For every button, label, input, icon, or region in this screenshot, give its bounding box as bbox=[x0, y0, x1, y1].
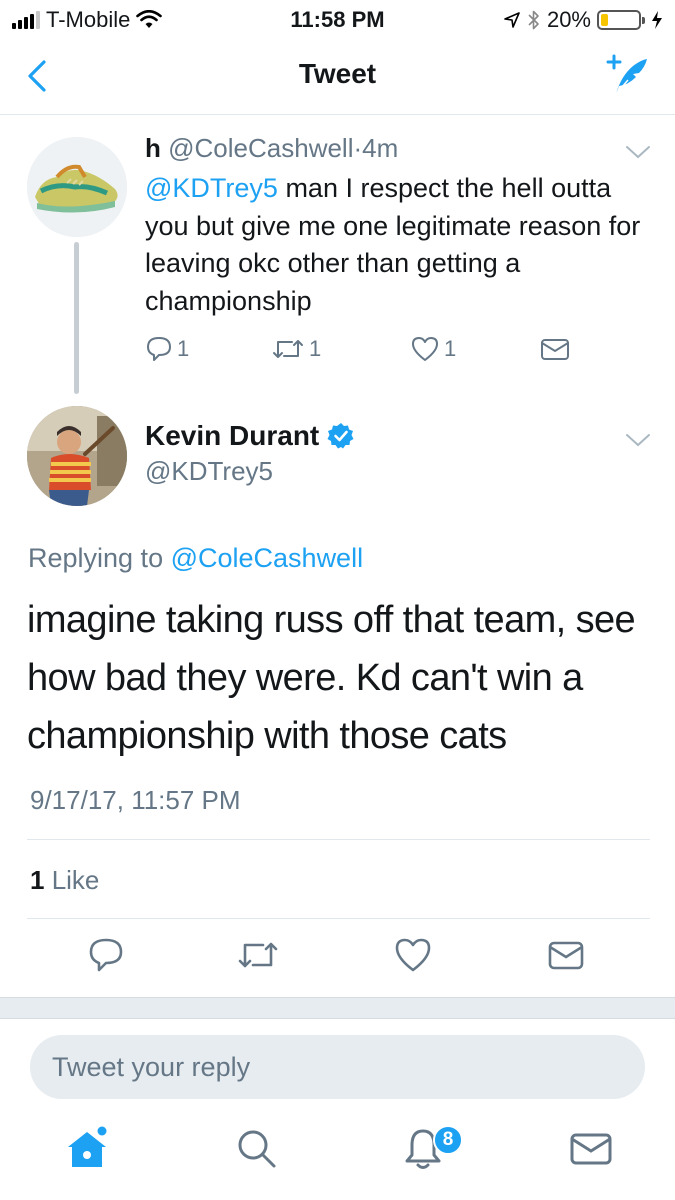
charging-icon bbox=[652, 11, 662, 29]
nav-bar: Tweet bbox=[0, 40, 675, 115]
kd-avatar[interactable] bbox=[27, 406, 127, 506]
messages-icon[interactable] bbox=[568, 1125, 614, 1171]
reply-icon bbox=[147, 337, 171, 361]
reply-input[interactable]: Tweet your reply bbox=[30, 1035, 645, 1099]
kd-display-name[interactable]: Kevin Durant bbox=[145, 420, 319, 452]
kd-display-name-row: Kevin Durant bbox=[145, 420, 355, 452]
retweet-icon[interactable] bbox=[236, 935, 280, 975]
compose-icon[interactable] bbox=[601, 54, 651, 98]
bluetooth-icon bbox=[528, 10, 539, 30]
home-icon[interactable] bbox=[64, 1125, 110, 1171]
tweet-timestamp: 9/17/17, 11:57 PM bbox=[30, 785, 241, 815]
parent-avatar[interactable] bbox=[27, 137, 127, 237]
parent-mention[interactable]: @KDTrey5 bbox=[145, 173, 278, 203]
battery-fill bbox=[601, 14, 609, 26]
replying-prefix: Replying to bbox=[28, 543, 171, 573]
divider bbox=[27, 839, 650, 840]
profile-photo bbox=[27, 406, 127, 506]
parent-dm-button[interactable] bbox=[539, 335, 575, 363]
thread-line bbox=[74, 242, 79, 394]
location-icon bbox=[504, 12, 520, 28]
main-actions bbox=[0, 935, 675, 985]
parent-like-button[interactable]: 1 bbox=[410, 335, 456, 363]
status-bar: T-Mobile 11:58 PM 20% bbox=[0, 0, 675, 40]
envelope-icon bbox=[541, 339, 569, 360]
parent-like-count: 1 bbox=[444, 336, 457, 361]
sneaker-image bbox=[27, 137, 127, 237]
parent-retweet-count: 1 bbox=[309, 336, 322, 361]
likes-summary[interactable]: 1 Like bbox=[30, 865, 99, 896]
parent-reply-button[interactable]: 1 bbox=[145, 335, 189, 363]
divider bbox=[27, 918, 650, 919]
status-right: 20% bbox=[503, 7, 663, 33]
tab-bar bbox=[0, 1115, 675, 1200]
reply-icon[interactable] bbox=[86, 935, 126, 975]
likes-label: Like bbox=[44, 865, 100, 895]
search-icon[interactable] bbox=[233, 1125, 279, 1171]
likes-count: 1 bbox=[30, 865, 45, 895]
parent-display-name[interactable]: h bbox=[145, 133, 161, 163]
parent-retweet-button[interactable]: 1 bbox=[271, 335, 321, 363]
dot-separator: · bbox=[353, 133, 363, 163]
parent-tweet-header: h @ColeCashwell·4m bbox=[145, 133, 398, 164]
kd-handle[interactable]: @KDTrey5 bbox=[145, 456, 273, 487]
retweet-icon bbox=[273, 340, 303, 358]
envelope-icon[interactable] bbox=[546, 935, 586, 975]
parent-reply-count: 1 bbox=[177, 336, 190, 361]
replying-to: Replying to @ColeCashwell bbox=[28, 543, 363, 574]
parent-handle[interactable]: @ColeCashwell bbox=[168, 133, 353, 163]
heart-icon[interactable] bbox=[393, 935, 433, 975]
replying-to-mention[interactable]: @ColeCashwell bbox=[171, 543, 363, 573]
verified-badge-icon bbox=[327, 423, 354, 449]
notification-badge: 8 bbox=[433, 1125, 463, 1155]
battery-icon bbox=[597, 10, 645, 30]
main-tweet-text: imagine taking russ off that team, see h… bbox=[27, 599, 636, 757]
parent-age: 4m bbox=[362, 133, 399, 163]
chevron-down-icon[interactable] bbox=[623, 142, 653, 162]
heart-icon bbox=[412, 337, 438, 361]
battery-percent: 20% bbox=[546, 7, 591, 32]
chevron-down-icon[interactable] bbox=[623, 430, 653, 450]
parent-actions: 1 1 1 bbox=[145, 335, 605, 375]
section-divider bbox=[0, 997, 675, 1019]
page-title: Tweet bbox=[298, 58, 377, 89]
parent-tweet-text: @KDTrey5 man I respect the hell outta yo… bbox=[145, 170, 655, 320]
